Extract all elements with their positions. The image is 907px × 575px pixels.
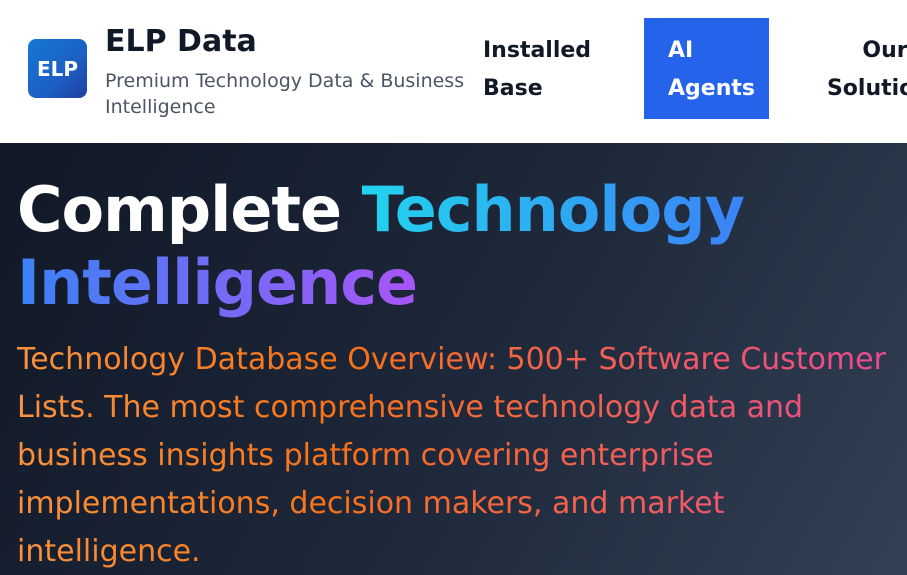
hero-section: Complete Technology Intelligence Technol… bbox=[0, 143, 907, 575]
hero-title-part1: Complete bbox=[17, 173, 342, 246]
nav-item-ai-agents[interactable]: AI Agents bbox=[644, 18, 769, 119]
hero-description: Technology Database Overview: 500+ Softw… bbox=[17, 336, 907, 575]
hero-title: Complete Technology Intelligence bbox=[17, 173, 907, 319]
logo-badge[interactable]: ELP bbox=[28, 39, 87, 98]
site-header: ELP ELP Data Premium Technology Data & B… bbox=[0, 0, 907, 143]
hero-title-part2: Technology bbox=[361, 173, 745, 246]
hero-title-part3: Intelligence bbox=[17, 246, 418, 319]
brand-tagline: Premium Technology Data & Business Intel… bbox=[105, 70, 465, 118]
nav-item-our-solutions[interactable]: Our Solutions bbox=[820, 32, 907, 108]
brand-name[interactable]: ELP Data bbox=[105, 24, 257, 59]
nav-item-installed-base[interactable]: Installed Base bbox=[483, 32, 593, 108]
